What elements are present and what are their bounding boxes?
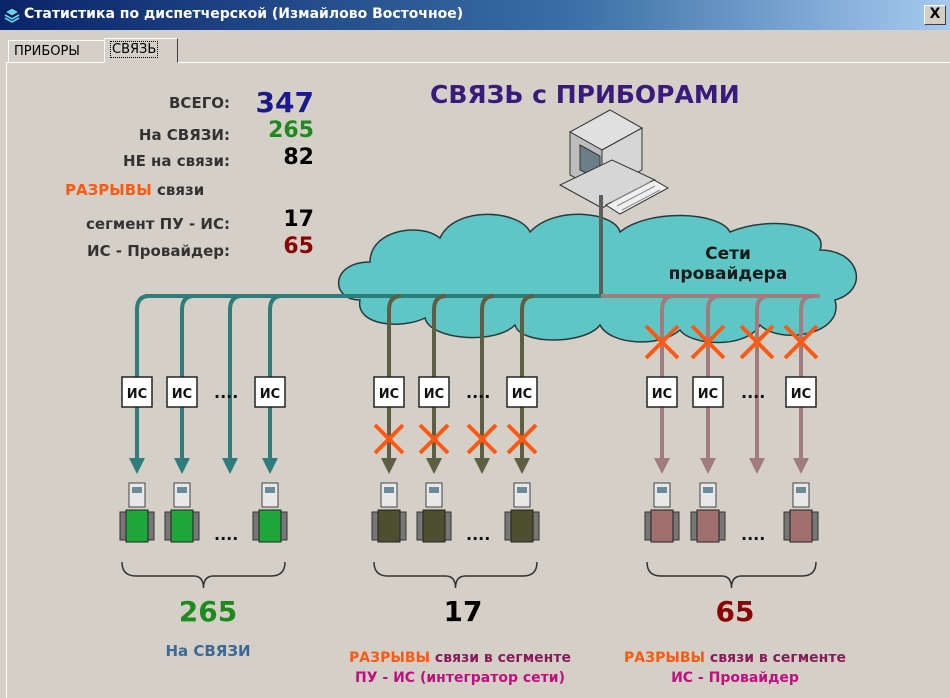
breaks-rest: связи [151,181,205,199]
online-label: На СВЯЗИ: [138,126,230,144]
app-icon [4,7,20,23]
group-online-caption: На СВЯЗИ [165,642,251,660]
cloud-label-line2: провайдера [668,264,788,284]
tab-connection-label: СВЯЗЬ [110,41,159,58]
online-value: 265 [268,118,314,143]
group-segisp-caption-rest: связи в сегменте [705,650,846,666]
group-segisp-count: 65 [715,595,755,628]
offline-label: НЕ на связи: [123,152,230,170]
breaks-heading: РАЗРЫВЫ связи [65,181,204,199]
breaks-word: РАЗРЫВЫ [65,181,152,199]
total-label: ВСЕГО: [169,94,230,112]
cloud-label: Сети провайдера [668,244,788,284]
group-segisp-caption-breaks: РАЗРЫВЫ [624,650,706,666]
header-part1: СВЯЗЬ с [430,80,556,109]
total-value: 347 [255,86,314,119]
close-button[interactable]: X [924,5,946,25]
group-segisp-caption-1: РАЗРЫВЫ связи в сегменте [605,650,865,666]
group-segpu-caption-2: ПУ - ИС (интегратор сети) [355,670,565,686]
group-segisp-caption-2: ИС - Провайдер [671,670,799,686]
seg-pu-value: 17 [283,207,314,232]
group-segpu-caption-rest: связи в сегменте [430,650,571,666]
tab-devices[interactable]: ПРИБОРЫ [8,40,105,62]
group-online-count: 265 [178,595,238,628]
header-part2: ПРИБОРАМИ [555,80,740,109]
window-title-bar[interactable]: Статистика по диспетчерской (Измайлово В… [0,0,950,30]
seg-isp-label: ИС - Провайдер: [87,242,230,260]
seg-pu-label: сегмент ПУ - ИС: [86,215,230,233]
seg-isp-value: 65 [283,234,314,259]
group-segpu-count: 17 [443,595,483,628]
group-segpu-caption-1: РАЗРЫВЫ связи в сегменте [330,650,590,666]
tab-connection[interactable]: СВЯЗЬ [104,38,178,63]
group-segpu-caption-breaks: РАЗРЫВЫ [349,650,431,666]
tab-devices-label: ПРИБОРЫ [14,44,80,59]
window-title: Статистика по диспетчерской (Измайлово В… [24,6,464,22]
offline-value: 82 [283,145,314,170]
cloud-label-line1: Сети [705,244,751,264]
diagram-header: СВЯЗЬ с ПРИБОРАМИ [430,80,740,109]
